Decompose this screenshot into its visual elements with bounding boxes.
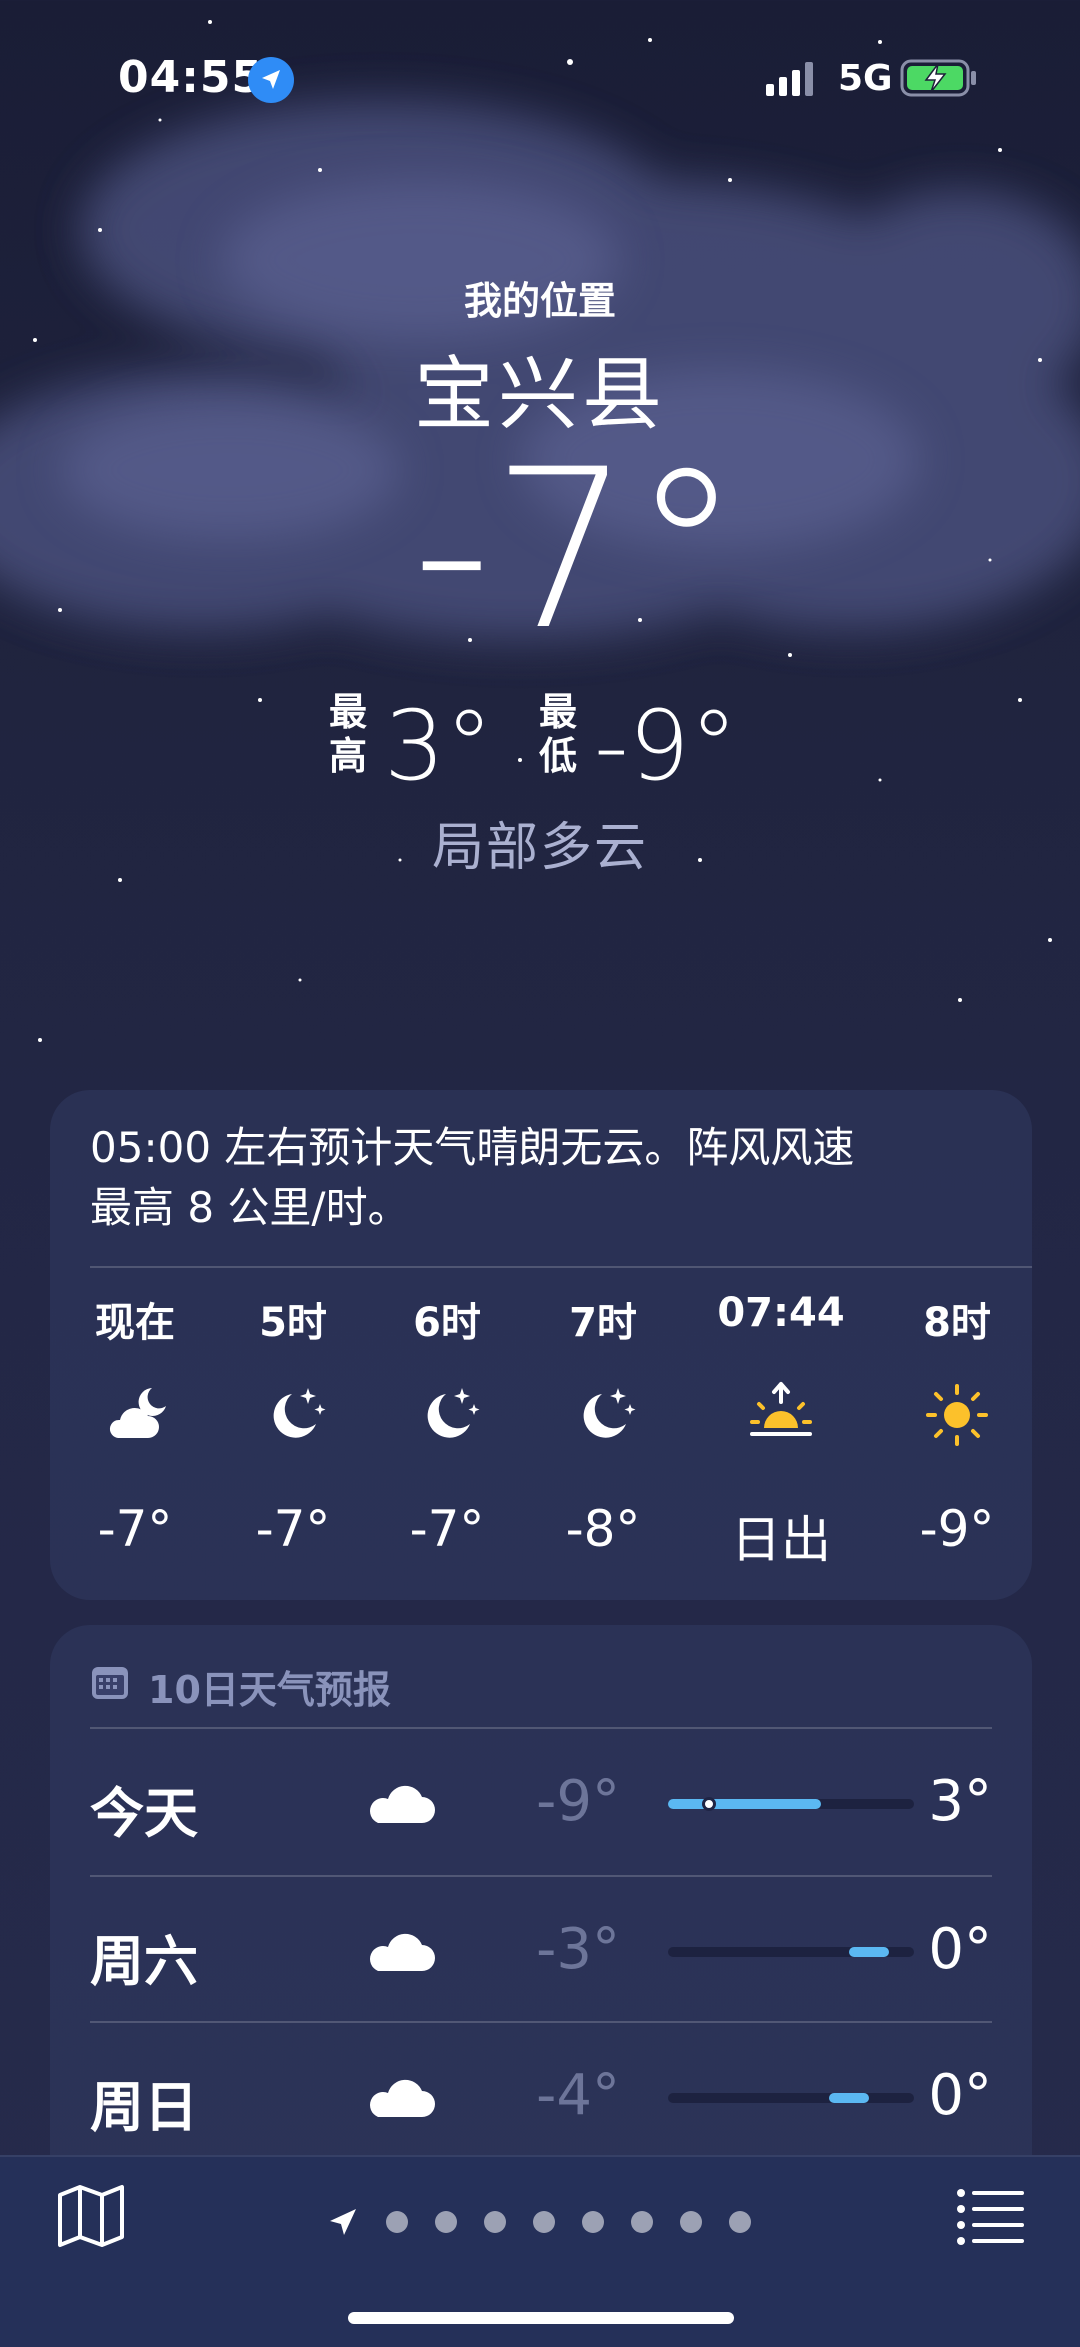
summary-line-2: 最高 8 公里/时。 [90,1183,410,1232]
hour-label: 5时 [259,1300,327,1346]
hour-label: 6时 [413,1300,481,1346]
page-dot[interactable] [435,2211,457,2233]
hour-temp: -9° [919,1500,995,1558]
battery-charging-icon [900,59,976,97]
hour-item: 5时 -7° [218,1290,368,1570]
cloud-icon [370,1933,435,1971]
sunrise-icon [750,1382,812,1436]
hour-item: 6时 -7° [372,1290,522,1570]
high-low: 最 高 3° 最 低 -9° [0,690,1080,810]
current-temp-dot [702,1797,716,1811]
temperature-range-fill [668,1799,821,1809]
hour-temp: -8° [565,1500,641,1558]
page-dot[interactable] [484,2211,506,2233]
location-arrow-icon [248,57,294,103]
ten-day-title: 10日天气预报 [148,1668,391,1712]
clock-time: 04:55 [118,52,264,103]
hour-temp: 日出 [731,1511,831,1569]
location-label: 我的位置 [463,279,616,323]
home-indicator [348,2312,734,2324]
temperature-range-fill [828,2093,869,2103]
low-label-2: 低 [538,734,577,778]
day-row[interactable]: 周六 -3° 0° [90,1877,992,2023]
cloud-moon-icon [109,1388,166,1438]
page-dot[interactable] [386,2211,408,2233]
divider [90,1266,1032,1268]
forecast-summary: 05:00 左右预计天气晴朗无云。阵风风速 最高 8 公里/时。 [90,1118,990,1238]
high-label-1: 最 [328,690,367,734]
condition-text: 局部多云 [431,818,648,878]
hour-label: 现在 [95,1300,175,1346]
cloud-icon [370,1785,435,1823]
day-name: 周日 [90,2076,198,2139]
page-dot[interactable] [631,2211,653,2233]
moon-stars-icon [583,1388,636,1438]
hour-item: 现在 -7° [60,1290,210,1570]
hour-item: 8时 -9° [882,1290,1032,1570]
sun-icon [926,1384,988,1446]
network-type: 5G [838,58,893,99]
day-low: -9° [536,1769,620,1834]
page-dot[interactable] [533,2211,555,2233]
hour-label: 7时 [569,1300,637,1346]
low-temp: -9° [594,690,738,802]
day-high: 0° [928,2063,992,2128]
temperature-range-fill [849,1947,889,1957]
hour-item: 7时 -8° [528,1290,678,1570]
current-temperature: -7° [412,422,742,678]
hourly-forecast-card[interactable]: 05:00 左右预计天气晴朗无云。阵风风速 最高 8 公里/时。 现在 -7° … [50,1090,1032,1600]
map-icon[interactable] [56,2183,126,2249]
page-indicator[interactable] [326,2201,766,2241]
hour-label: 8时 [923,1300,991,1346]
moon-stars-icon [427,1388,480,1438]
day-row[interactable]: 周日 -4° 0° [90,2023,992,2169]
temperature-range-bar [668,1947,914,1957]
signal-icon [766,62,813,96]
moon-stars-icon [273,1388,326,1438]
hour-temp: -7° [97,1500,173,1558]
hour-temp: -7° [255,1500,331,1558]
status-bar: 04:55 5G [0,0,1080,150]
hour-temp: -7° [409,1500,485,1558]
page-dot[interactable] [582,2211,604,2233]
day-high: 0° [928,1917,992,1982]
hour-item: 07:44 日出 [706,1290,856,1570]
list-icon[interactable] [956,2187,1026,2245]
temperature-range-bar [668,2093,914,2103]
day-low: -4° [536,2063,620,2128]
temperature-range-bar [668,1797,914,1811]
day-name: 周六 [90,1930,198,1993]
day-low: -3° [536,1917,620,1982]
cloud-icon [370,2079,435,2117]
hour-label: 07:44 [717,1290,845,1336]
ten-day-header: 10日天气预报 [90,1653,690,1713]
day-row[interactable]: 今天 -9° 3° [90,1729,992,1875]
location-arrow-icon [330,2209,356,2235]
summary-line-1: 05:00 左右预计天气晴朗无云。阵风风速 [90,1123,855,1172]
day-high: 3° [928,1769,992,1834]
calendar-icon [92,1667,128,1699]
day-name: 今天 [90,1782,198,1845]
page-dot[interactable] [680,2211,702,2233]
page-dot[interactable] [729,2211,751,2233]
high-label-2: 高 [328,734,367,778]
low-label-1: 最 [538,690,577,734]
high-temp: 3° [384,690,494,802]
